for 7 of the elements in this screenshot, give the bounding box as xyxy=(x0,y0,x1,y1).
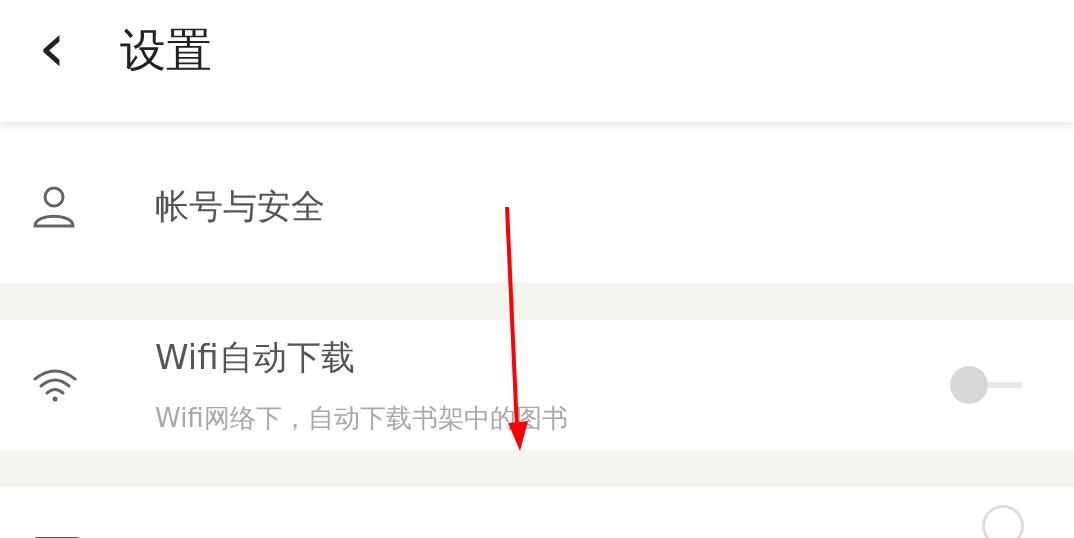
wifi-icon xyxy=(32,368,78,402)
page-title: 设置 xyxy=(120,22,212,79)
setting-title[interactable]: 帐号与安全 xyxy=(155,183,1074,230)
setting-title: Wifi自动下载 xyxy=(155,335,356,379)
toggle-knob[interactable] xyxy=(982,505,1024,538)
person-icon xyxy=(32,184,76,229)
back-button[interactable]: ‹ xyxy=(38,12,66,82)
